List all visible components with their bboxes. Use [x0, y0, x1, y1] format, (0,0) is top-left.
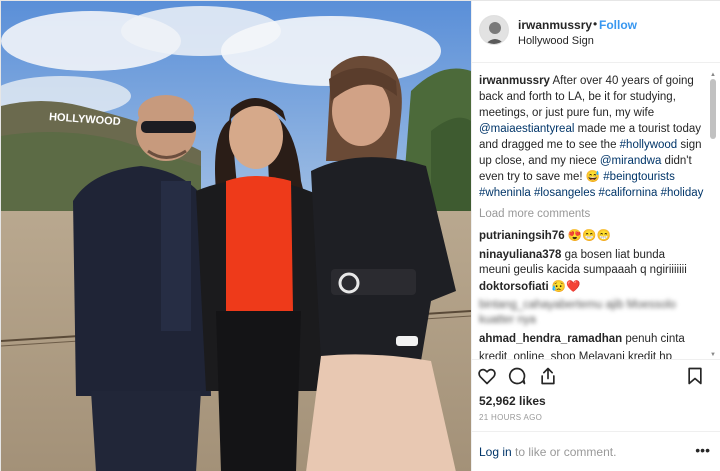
comment-text: 😥❤️ — [548, 281, 581, 293]
scroll-down-arrow-icon[interactable]: ▼ — [709, 351, 717, 359]
heart-icon[interactable] — [477, 366, 497, 386]
hashtag-link[interactable]: #hollywood — [620, 139, 678, 151]
avatar-image — [480, 16, 508, 44]
comment-text: ga bosen liat bunda — [561, 249, 666, 261]
comment-item: doktorsofiati 😥❤️ — [479, 279, 713, 295]
bookmark-icon[interactable] — [685, 366, 705, 386]
action-bar — [472, 359, 720, 387]
comment-item: kredit_online_shop Melayani kredit hp — [479, 349, 713, 359]
comment-item: ninayuliana378 ga bosen liat bunda — [479, 247, 713, 263]
login-footer: Log in to like or comment. ••• — [472, 431, 720, 471]
username-link[interactable]: irwanmussry — [518, 18, 592, 32]
comment-text: 😍😁😁 — [564, 230, 611, 242]
avatar[interactable] — [479, 15, 509, 45]
comment-user[interactable]: doktorsofiati — [479, 281, 549, 293]
post-timestamp[interactable]: 21 HOURS AGO — [479, 413, 542, 422]
comment-text: bintang_cahayabertemu ajib Moessolo — [479, 299, 676, 311]
comment-item: ahmad_hendra_ramadhan penuh cinta — [479, 331, 713, 347]
comment-item-blurred: bintang_cahayabertemu ajib Moessolo — [479, 297, 713, 313]
instagram-post: HOLLYWOOD irwanmussry • Follow Hollywood… — [0, 0, 720, 471]
comment-user[interactable]: ninayuliana378 — [479, 249, 561, 261]
mention-link[interactable]: @maiaestiantyreal — [479, 123, 574, 135]
follow-button[interactable]: Follow — [599, 18, 637, 32]
comment-item-blurred: kuatter nya — [479, 312, 713, 328]
caption-author[interactable]: irwanmussry — [479, 75, 550, 87]
photo-illustration: HOLLYWOOD — [1, 1, 471, 471]
comment-item: putrianingsih76 😍😁😁 — [479, 228, 713, 244]
post-photo[interactable]: HOLLYWOOD — [1, 1, 471, 471]
comment-bubble-icon[interactable] — [507, 366, 527, 386]
comment-user[interactable]: putrianingsih76 — [479, 230, 565, 242]
comments-area: irwanmussry After over 40 years of going… — [472, 63, 720, 359]
post-caption: irwanmussry After over 40 years of going… — [479, 73, 707, 201]
scroll-thumb[interactable] — [710, 79, 716, 139]
login-prompt: Log in to like or comment. — [479, 445, 616, 459]
separator-dot: • — [593, 17, 598, 31]
comment-text: kredit_online_shop Melayani kredit hp — [479, 351, 673, 359]
more-options-icon[interactable]: ••• — [695, 442, 710, 458]
login-link[interactable]: Log in — [479, 445, 512, 459]
comment-item: meuni geulis kacida sumpaaah q ngiriiiii… — [479, 262, 713, 278]
load-more-comments[interactable]: Load more comments — [479, 208, 590, 220]
comments-scrollbar[interactable]: ▲ ▼ — [709, 71, 717, 359]
mention-link[interactable]: @mirandwa — [600, 155, 662, 167]
scroll-up-arrow-icon[interactable]: ▲ — [709, 71, 717, 79]
post-side-panel: irwanmussry • Follow Hollywood Sign irwa… — [471, 1, 720, 471]
likes-count[interactable]: 52,962 likes — [479, 394, 546, 408]
comment-user[interactable]: ahmad_hendra_ramadhan — [479, 333, 622, 345]
location-link[interactable]: Hollywood Sign — [518, 35, 594, 47]
comment-text: kuatter nya — [479, 314, 536, 326]
login-prompt-text: to like or comment. — [511, 445, 617, 459]
emoji: 😅 — [585, 171, 601, 183]
comment-text: meuni geulis kacida sumpaaah q ngiriiiii… — [479, 264, 687, 276]
comment-text: penuh cinta — [622, 333, 685, 345]
share-icon[interactable] — [538, 366, 558, 386]
post-header: irwanmussry • Follow Hollywood Sign — [472, 1, 720, 63]
